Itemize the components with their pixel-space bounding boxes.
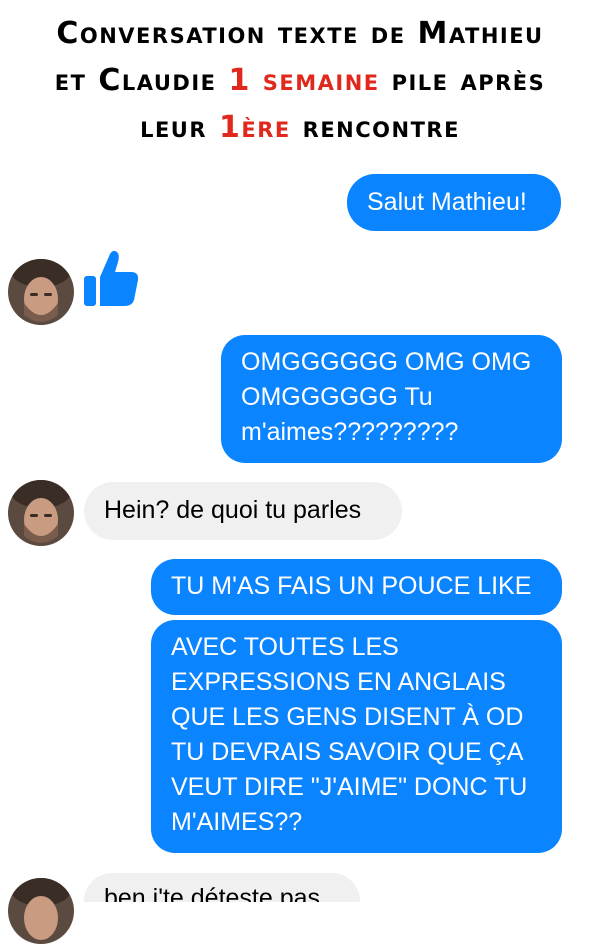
person-face-icon — [8, 480, 74, 546]
title-line-2-end: pile après — [379, 63, 546, 98]
incoming-message-bubble[interactable]: ben j'te déteste pas — [84, 873, 360, 902]
outgoing-message-bubble[interactable]: Salut Mathieu! — [347, 174, 561, 231]
thumbs-up-icon[interactable] — [84, 250, 140, 313]
outgoing-message-bubble[interactable]: AVEC TOUTES LES EXPRESSIONS EN ANGLAIS Q… — [151, 620, 562, 853]
title-highlight-first: 1ère — [218, 110, 291, 145]
avatar[interactable] — [8, 259, 74, 325]
outgoing-message-bubble[interactable]: OMGGGGGG OMG OMG OMGGGGGG Tu m'aimes????… — [221, 335, 562, 463]
page-title: Conversation texte de Mathieu et Claudie… — [0, 10, 600, 151]
title-line-3-start: leur — [140, 110, 219, 145]
title-highlight-week: 1 semaine — [228, 63, 380, 98]
title-line-1: Conversation texte de Mathieu — [56, 16, 544, 51]
person-face-icon — [8, 259, 74, 325]
title-line-3: leur 1ère rencontre — [0, 104, 600, 151]
avatar[interactable] — [8, 878, 74, 944]
avatar[interactable] — [8, 480, 74, 546]
title-line-2-start: et Claudie — [54, 63, 229, 98]
person-face-icon — [8, 878, 74, 944]
incoming-message-bubble[interactable]: Hein? de quoi tu parles — [84, 482, 402, 540]
outgoing-message-bubble[interactable]: TU M'AS FAIS UN POUCE LIKE — [151, 559, 562, 615]
title-line-2: et Claudie 1 semaine pile après — [0, 57, 600, 104]
title-line-3-end: rencontre — [290, 110, 460, 145]
